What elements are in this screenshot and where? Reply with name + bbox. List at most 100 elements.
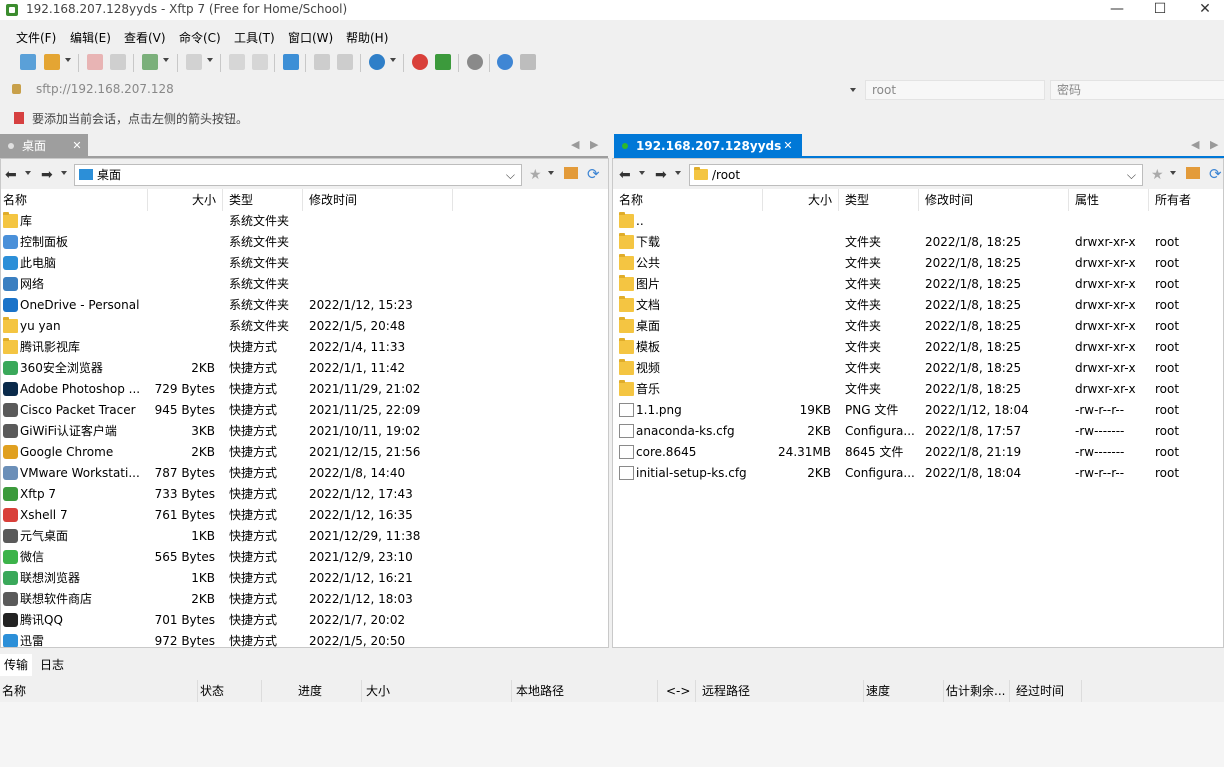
password-field[interactable]: 密码 (1050, 80, 1224, 100)
file-row[interactable]: 360安全浏览器 2KB 快捷方式 2022/1/1, 11:42 (1, 358, 608, 379)
file-row[interactable]: 视频 文件夹 2022/1/8, 18:25 drwxr-xr-x root (613, 358, 1223, 379)
chevron-down-icon[interactable] (65, 58, 71, 62)
file-row[interactable]: 微信 565 Bytes 快捷方式 2021/12/9, 23:10 (1, 547, 608, 568)
close-tab-icon[interactable]: ✕ (781, 134, 795, 158)
column-type[interactable]: 类型 (223, 189, 303, 211)
chevron-down-icon[interactable]: ⌵ (1127, 165, 1136, 185)
file-row[interactable]: 文档 文件夹 2022/1/8, 18:25 drwxr-xr-x root (613, 295, 1223, 316)
copy-icon[interactable] (229, 54, 245, 70)
chevron-down-icon[interactable] (61, 171, 67, 175)
file-row[interactable]: GiWiFi认证客户端 3KB 快捷方式 2021/10/11, 19:02 (1, 421, 608, 442)
username-field[interactable]: root (865, 80, 1045, 100)
xftp-icon[interactable] (435, 54, 451, 70)
file-row[interactable]: 联想软件商店 2KB 快捷方式 2022/1/12, 18:03 (1, 589, 608, 610)
file-row[interactable]: yu yan 系统文件夹 2022/1/5, 20:48 (1, 316, 608, 337)
chevron-down-icon[interactable] (207, 58, 213, 62)
tab-scroll-right-icon[interactable]: ▶ (1210, 138, 1218, 151)
file-row[interactable]: 控制面板 系统文件夹 (1, 232, 608, 253)
file-row[interactable]: OneDrive - Personal 系统文件夹 2022/1/12, 15:23 (1, 295, 608, 316)
disconnect-icon[interactable] (87, 54, 103, 70)
forward-arrow-icon[interactable]: ➡ (655, 167, 667, 183)
menu-command[interactable]: 命令(C) (179, 29, 221, 46)
chevron-down-icon[interactable] (548, 171, 554, 175)
column-modified[interactable]: 修改时间 (919, 189, 1069, 211)
paste-icon[interactable] (252, 54, 268, 70)
file-row[interactable]: core.8645 24.31MB 8645 文件 2022/1/8, 21:19 -r… (613, 442, 1223, 463)
file-row[interactable]: 腾讯影视库 快捷方式 2022/1/4, 11:33 (1, 337, 608, 358)
column-local-path[interactable]: 本地路径 (512, 680, 658, 702)
view-icon[interactable] (186, 54, 202, 70)
maximize-button[interactable]: ☐ (1137, 0, 1183, 20)
column-size[interactable]: 大小 (763, 189, 839, 211)
menu-window[interactable]: 窗口(W) (288, 29, 333, 46)
file-row[interactable]: 腾讯QQ 701 Bytes 快捷方式 2022/1/7, 20:02 (1, 610, 608, 631)
file-row[interactable]: 库 系统文件夹 (1, 211, 608, 232)
bookmark-icon[interactable]: ★ (529, 167, 542, 183)
minimize-button[interactable]: — (1094, 0, 1140, 20)
back-arrow-icon[interactable]: ⬅ (5, 167, 17, 183)
column-name[interactable]: 名称 (1, 189, 148, 211)
refresh-icon[interactable]: ⟳ (1209, 165, 1222, 183)
chevron-down-icon[interactable] (1170, 171, 1176, 175)
menu-edit[interactable]: 编辑(E) (70, 29, 111, 46)
column-direction[interactable]: <-> (658, 680, 696, 702)
remote-path-input[interactable]: /root ⌵ (689, 164, 1143, 186)
chat-icon[interactable] (520, 54, 536, 70)
menu-help[interactable]: 帮助(H) (346, 29, 388, 46)
home-icon[interactable] (564, 167, 578, 179)
file-row[interactable]: 模板 文件夹 2022/1/8, 18:25 drwxr-xr-x root (613, 337, 1223, 358)
file-row[interactable]: 音乐 文件夹 2022/1/8, 18:25 drwxr-xr-x root (613, 379, 1223, 400)
properties-icon[interactable] (314, 54, 330, 70)
help-icon[interactable] (497, 54, 513, 70)
tab-local-desktop[interactable]: 桌面 ✕ (0, 134, 88, 158)
chevron-down-icon[interactable] (163, 58, 169, 62)
file-row[interactable]: anaconda-ks.cfg 2KB Configura... 2022/1/8, … (613, 421, 1223, 442)
back-arrow-icon[interactable]: ⬅ (619, 167, 631, 183)
delete-icon[interactable] (337, 54, 353, 70)
column-modified[interactable]: 修改时间 (303, 189, 453, 211)
chevron-down-icon[interactable] (675, 171, 681, 175)
chevron-down-icon[interactable] (639, 171, 645, 175)
file-row[interactable]: Adobe Photoshop ... 729 Bytes 快捷方式 2021/11/… (1, 379, 608, 400)
new-window-icon[interactable] (142, 54, 158, 70)
settings-icon[interactable] (467, 54, 483, 70)
column-owner[interactable]: 所有者 (1149, 189, 1223, 211)
file-row[interactable]: initial-setup-ks.cfg 2KB Configura... 2022/… (613, 463, 1223, 484)
refresh-icon[interactable]: ⟳ (587, 165, 600, 183)
file-row[interactable]: Xshell 7 761 Bytes 快捷方式 2022/1/12, 16:35 (1, 505, 608, 526)
tab-scroll-right-icon[interactable]: ▶ (590, 138, 598, 151)
tab-scroll-left-icon[interactable]: ◀ (1191, 138, 1199, 151)
close-button[interactable]: ✕ (1182, 0, 1224, 20)
file-row[interactable]: Xftp 7 733 Bytes 快捷方式 2022/1/12, 17:43 (1, 484, 608, 505)
column-status[interactable]: 状态 (198, 680, 262, 702)
menu-file[interactable]: 文件(F) (16, 29, 56, 46)
column-name[interactable]: 名称 (613, 189, 763, 211)
file-row[interactable]: 元气桌面 1KB 快捷方式 2021/12/29, 11:38 (1, 526, 608, 547)
new-session-icon[interactable] (20, 54, 36, 70)
xshell-icon[interactable] (412, 54, 428, 70)
chevron-down-icon[interactable] (850, 88, 856, 92)
file-row[interactable]: 迅雷 972 Bytes 快捷方式 2022/1/5, 20:50 (1, 631, 608, 647)
column-remote-path[interactable]: 远程路径 (696, 680, 864, 702)
file-row[interactable]: 联想浏览器 1KB 快捷方式 2022/1/12, 16:21 (1, 568, 608, 589)
file-row[interactable]: 此电脑 系统文件夹 (1, 253, 608, 274)
tab-scroll-left-icon[interactable]: ◀ (571, 138, 579, 151)
tab-log[interactable]: 日志 (36, 654, 64, 676)
menu-view[interactable]: 查看(V) (124, 29, 166, 46)
forward-arrow-icon[interactable]: ➡ (41, 167, 53, 183)
add-session-arrow-icon[interactable] (14, 112, 24, 124)
column-type[interactable]: 类型 (839, 189, 919, 211)
file-row[interactable]: Cisco Packet Tracer 945 Bytes 快捷方式 2021/11/… (1, 400, 608, 421)
column-name[interactable]: 名称 (0, 680, 198, 702)
file-row[interactable]: 图片 文件夹 2022/1/8, 18:25 drwxr-xr-x root (613, 274, 1223, 295)
file-row[interactable]: .. (613, 211, 1223, 232)
column-speed[interactable]: 速度 (864, 680, 944, 702)
chevron-down-icon[interactable]: ⌵ (506, 165, 515, 185)
tab-remote-session[interactable]: 192.168.207.128yyds ✕ (614, 134, 802, 158)
file-row[interactable]: VMware Workstati... 787 Bytes 快捷方式 2022/1/8… (1, 463, 608, 484)
file-row[interactable]: 桌面 文件夹 2022/1/8, 18:25 drwxr-xr-x root (613, 316, 1223, 337)
close-tab-icon[interactable]: ✕ (70, 134, 84, 158)
open-session-icon[interactable] (44, 54, 60, 70)
file-row[interactable]: 1.1.png 19KB PNG 文件 2022/1/12, 18:04 -rw-r--… (613, 400, 1223, 421)
local-path-input[interactable]: 桌面 ⌵ (74, 164, 522, 186)
